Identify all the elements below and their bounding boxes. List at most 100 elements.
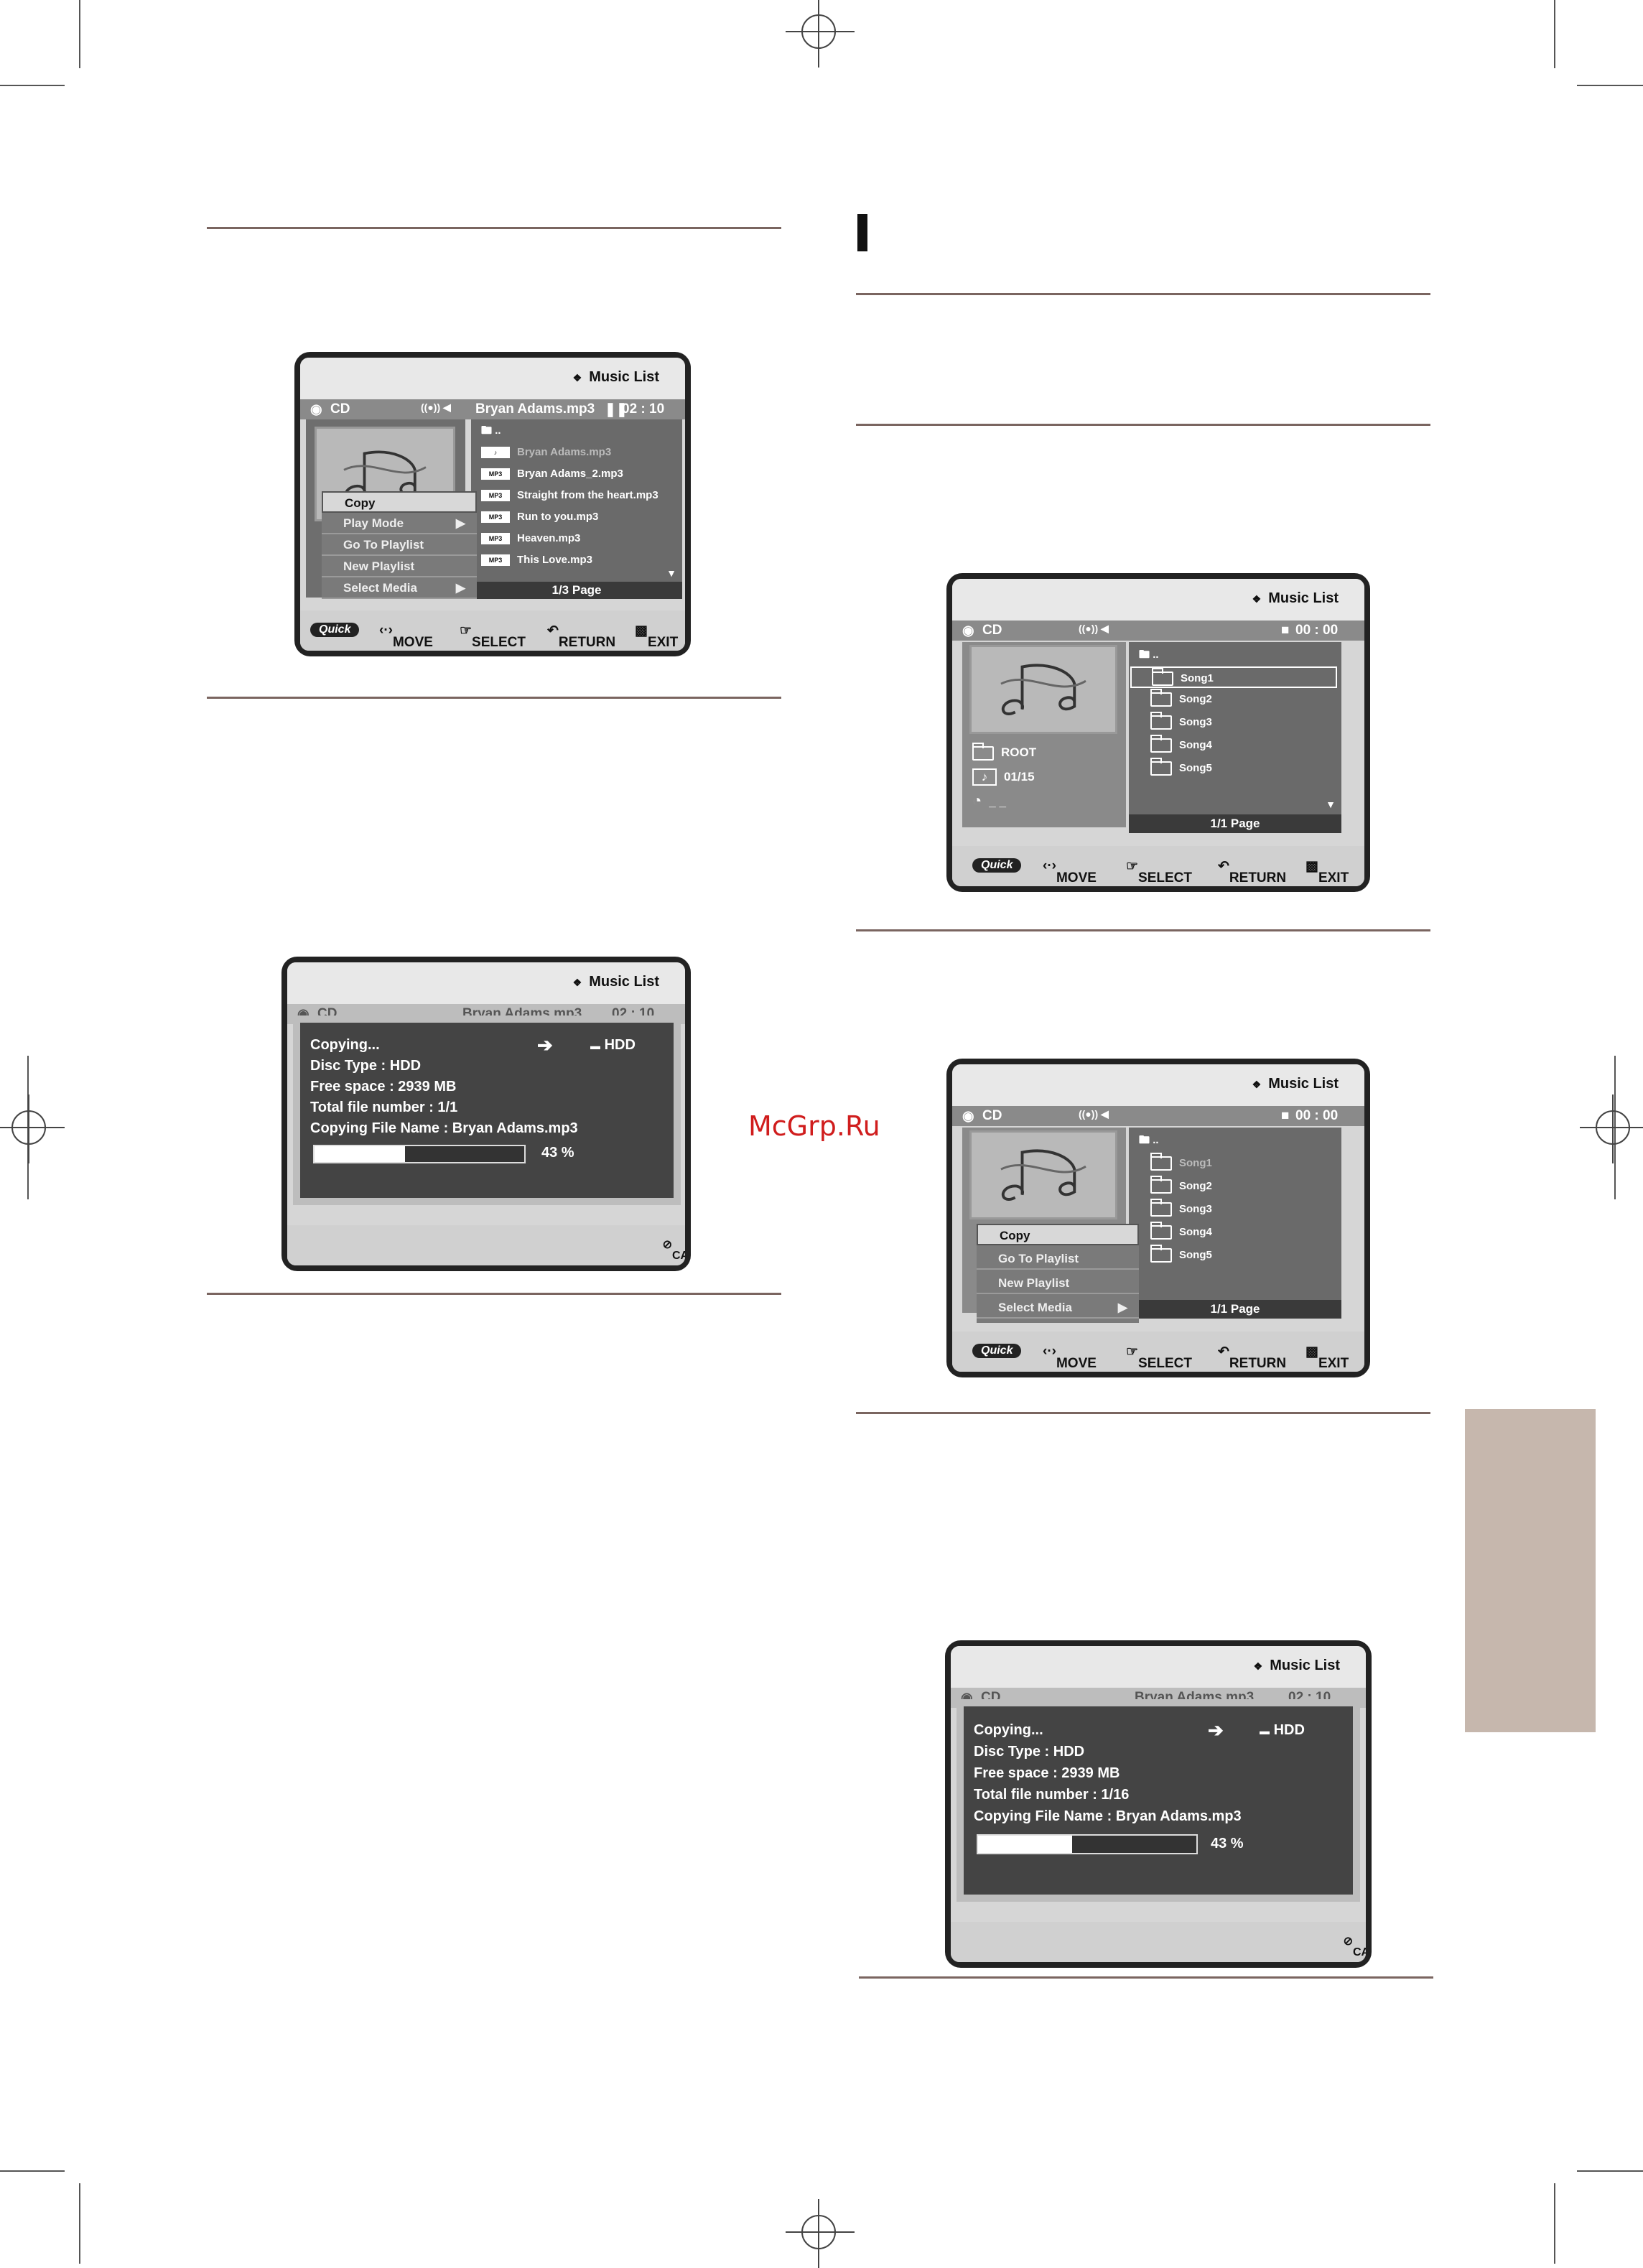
menu-go-to-playlist[interactable]: Go To Playlist — [977, 1248, 1139, 1270]
cancel-button[interactable]: ⊘ CANCEL — [663, 1237, 685, 1262]
move-hint: ‹·› MOVE — [1043, 858, 1097, 886]
folder-item[interactable]: Song1 — [1150, 1153, 1212, 1172]
folder-icon — [972, 742, 994, 761]
submenu-arrow-icon: ▶ — [1117, 1301, 1127, 1314]
list-item[interactable]: MP3 Bryan Adams_2.mp3 — [481, 465, 623, 483]
root-info: ROOT ♪ 01/15 ◔ _ _ — [972, 742, 1037, 810]
hdd-target: ▬ HDD — [1260, 1722, 1305, 1738]
folder-list[interactable]: 🖿 .. Song1 Song2 Song3 Song4 Song5 — [1129, 1128, 1341, 1300]
divider — [207, 1293, 781, 1295]
track-count: 01/15 — [1004, 770, 1035, 784]
help-bar: Quick ‹·› MOVE ☞ SELECT ↶ RETURN ▩ EXIT — [952, 1331, 1364, 1372]
free-space: Free space : 2939 MB — [974, 1765, 1120, 1781]
status-bar: ◉ CD ((●)) ◀ ■ 00 : 00 — [952, 621, 1364, 641]
parent-label: .. — [495, 424, 501, 437]
menu-label: Play Mode — [343, 516, 404, 530]
divider — [856, 424, 1430, 426]
page-indicator: 1/1 Page — [1129, 814, 1341, 833]
folder-name: Song4 — [1179, 1226, 1212, 1238]
menu-copy[interactable]: Copy — [322, 491, 477, 513]
list-item[interactable]: MP3 Run to you.mp3 — [481, 508, 598, 526]
registration-mark — [786, 0, 855, 68]
time-display: 00 : 00 — [1295, 623, 1339, 638]
menu-select-media[interactable]: Select Media ▶ — [977, 1297, 1139, 1319]
folder-item[interactable]: Song5 — [1150, 1245, 1212, 1264]
screen-title: Music List — [1252, 1076, 1339, 1092]
parent-folder-item[interactable]: 🖿 .. — [481, 422, 501, 440]
crop-mark — [0, 2170, 65, 2172]
divider — [856, 929, 1430, 931]
menu-select-media[interactable]: Select Media ▶ — [322, 577, 477, 599]
file-list[interactable]: 🖿 .. ♪ Bryan Adams.mp3 MP3 Bryan Adams_2.m… — [471, 419, 682, 582]
move-hint: ‹·› MOVE — [1043, 1344, 1097, 1371]
folder-item[interactable]: Song2 — [1150, 689, 1212, 708]
crop-mark — [1554, 0, 1555, 68]
folder-icon — [1150, 712, 1172, 730]
menu-label: Select Media — [343, 581, 417, 595]
folder-name: Song3 — [1179, 1203, 1212, 1215]
menu-new-playlist[interactable]: New Playlist — [977, 1273, 1139, 1294]
folder-up-icon: 🖿 — [481, 424, 493, 437]
crop-mark — [79, 0, 80, 68]
progress-fill — [315, 1146, 405, 1162]
folder-name: Song3 — [1179, 716, 1212, 728]
root-label: ROOT — [1001, 745, 1037, 759]
music-list-screen-folder-menu: Music List ◉ CD ((●)) ◀ ■ 00 : 00 🖿 .. S… — [946, 1059, 1370, 1377]
title-bar: Music List — [951, 1646, 1366, 1688]
menu-play-mode[interactable]: Play Mode ▶ — [322, 513, 477, 534]
folder-item[interactable]: Song2 — [1150, 1176, 1212, 1195]
folder-name: Song4 — [1179, 739, 1212, 751]
title-bar: Music List — [952, 1064, 1364, 1106]
quick-button[interactable]: Quick — [310, 623, 360, 637]
screen-title: Music List — [1252, 590, 1339, 607]
total-file-number: Total file number : 1/16 — [974, 1787, 1130, 1803]
folder-item[interactable]: Song4 — [1150, 735, 1212, 754]
context-menu[interactable]: Copy Go To Playlist New Playlist Select … — [977, 1224, 1139, 1323]
list-item[interactable]: ♪ Bryan Adams.mp3 — [481, 444, 611, 461]
cancel-button[interactable]: ⊘ CANCEL — [1344, 1934, 1366, 1958]
folder-item[interactable]: Song1 — [1130, 666, 1337, 688]
elapsed-time: _ _ — [989, 795, 1006, 809]
page-indicator: 1/3 Page — [471, 582, 682, 599]
file-name: Bryan Adams.mp3 — [517, 446, 612, 458]
list-item[interactable]: MP3 This Love.mp3 — [481, 552, 592, 569]
stop-icon: ■ — [1281, 1108, 1290, 1123]
menu-new-playlist[interactable]: New Playlist — [322, 556, 477, 577]
context-menu[interactable]: Copy Play Mode ▶ Go To Playlist New Playl… — [322, 491, 477, 599]
exit-hint: ▩ EXIT — [1305, 859, 1349, 886]
audio-icon: ((●)) ◀ — [1079, 1108, 1109, 1120]
folder-item[interactable]: Song3 — [1150, 1199, 1212, 1218]
title-bar: Music List — [952, 579, 1364, 621]
folder-list[interactable]: 🖿 .. Song1 Song2 Song3 Song4 Song5 ▼ — [1129, 642, 1341, 814]
return-hint: ↶ RETURN — [1218, 859, 1287, 886]
folder-item[interactable]: Song4 — [1150, 1222, 1212, 1241]
scroll-down-icon[interactable]: ▼ — [666, 567, 676, 579]
arrow-right-icon: ➔ — [1208, 1719, 1224, 1741]
title-bar: Music List — [287, 962, 685, 1004]
folder-item[interactable]: Song5 — [1150, 758, 1212, 777]
menu-copy[interactable]: Copy — [977, 1224, 1139, 1245]
crop-mark — [1554, 2183, 1555, 2264]
divider — [207, 227, 781, 229]
copying-label: Copying... — [974, 1722, 1043, 1738]
list-item[interactable]: MP3 Heaven.mp3 — [481, 530, 580, 547]
time-display: 02 : 10 — [622, 401, 665, 417]
menu-label: Select Media — [998, 1301, 1072, 1314]
divider — [207, 697, 781, 699]
folder-icon — [1150, 1199, 1172, 1217]
folder-name: Song1 — [1181, 672, 1214, 684]
scroll-down-icon[interactable]: ▼ — [1326, 799, 1336, 810]
copying-label: Copying... — [310, 1037, 380, 1053]
folder-item[interactable]: Song3 — [1150, 712, 1212, 731]
disc-label: CD — [330, 401, 350, 417]
registration-mark — [0, 1095, 65, 1163]
list-item[interactable]: MP3 Straight from the heart.mp3 — [481, 487, 658, 504]
parent-folder-item[interactable]: 🖿 .. — [1139, 1132, 1159, 1149]
album-art-icon — [969, 1130, 1117, 1219]
mp3-badge: MP3 — [481, 490, 510, 502]
quick-button[interactable]: Quick — [972, 1344, 1022, 1358]
parent-folder-item[interactable]: 🖿 .. — [1139, 646, 1159, 664]
crop-mark — [1577, 85, 1643, 86]
quick-button[interactable]: Quick — [972, 858, 1022, 873]
menu-go-to-playlist[interactable]: Go To Playlist — [322, 534, 477, 556]
